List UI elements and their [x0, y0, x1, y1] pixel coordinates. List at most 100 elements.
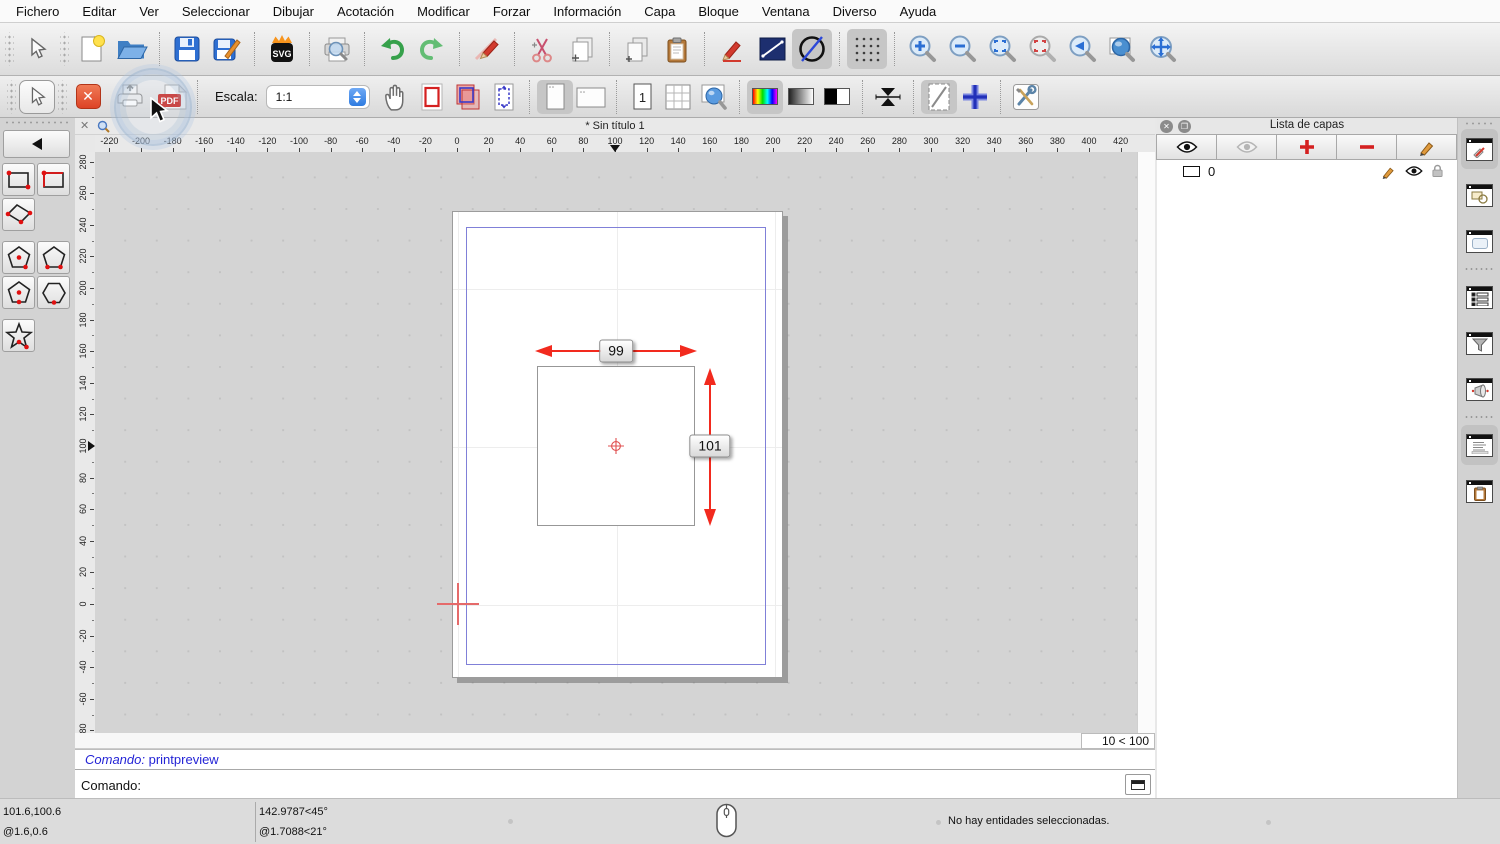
menu-item-seleccionar[interactable]: Seleccionar [182, 4, 250, 19]
rectangle-corner-button[interactable] [37, 163, 70, 196]
pen-tool-button[interactable] [712, 29, 752, 69]
menu-item-editar[interactable]: Editar [82, 4, 116, 19]
blackwhite-mode-button[interactable] [819, 80, 855, 114]
draft-view-button[interactable] [920, 79, 957, 114]
preview-pointer-button[interactable] [19, 79, 55, 114]
toolbar-drag-handle[interactable] [7, 79, 16, 114]
layer-list-widget-button[interactable] [1461, 129, 1498, 169]
remove-layer-button[interactable] [1336, 134, 1397, 160]
menu-item-forzar[interactable]: Forzar [493, 4, 531, 19]
center-crosshair-button[interactable] [957, 80, 993, 114]
stepper-icon[interactable] [348, 87, 366, 106]
layer-row[interactable]: 0 [1157, 160, 1457, 182]
vertical-scrollbar[interactable] [1137, 152, 1155, 733]
dock-drag-handle[interactable] [1464, 121, 1494, 126]
projection-widget-button[interactable] [1461, 369, 1498, 409]
center-page-button[interactable] [450, 80, 486, 114]
clipboard-widget-button[interactable] [1461, 471, 1498, 511]
portrait-button[interactable] [536, 79, 573, 114]
edit-layer-button[interactable] [1396, 134, 1457, 160]
polygon-center-corner-button[interactable] [2, 241, 35, 274]
zoom-in-button[interactable] [902, 29, 942, 69]
zoom-window-button[interactable] [1102, 29, 1142, 69]
menu-item-diverso[interactable]: Diverso [833, 4, 877, 19]
undo-button[interactable] [372, 29, 412, 69]
layer-visibility-icon[interactable] [1405, 165, 1423, 177]
menu-item-informacion[interactable]: Información [553, 4, 621, 19]
zoom-pan-button[interactable] [1142, 29, 1182, 69]
new-file-button[interactable] [72, 29, 112, 69]
line-tool-button[interactable] [752, 29, 792, 69]
layer-color-swatch[interactable] [1183, 165, 1200, 177]
copy-button[interactable] [562, 29, 602, 69]
print-button[interactable] [112, 80, 148, 114]
fit-margins-button[interactable] [486, 80, 522, 114]
menu-item-ver[interactable]: Ver [139, 4, 159, 19]
zoom-page-button[interactable] [696, 80, 732, 114]
menu-item-fichero[interactable]: Fichero [16, 4, 59, 19]
hide-all-layers-button[interactable] [1216, 134, 1277, 160]
zoom-out-button[interactable] [942, 29, 982, 69]
block-list-widget-button[interactable] [1461, 175, 1498, 215]
layer-name[interactable]: 0 [1208, 164, 1215, 179]
toolbar-drag-handle[interactable] [60, 32, 69, 66]
star-tool-button[interactable] [2, 319, 35, 352]
zoom-previous-button[interactable] [1062, 29, 1102, 69]
add-layer-button[interactable] [1276, 134, 1337, 160]
save-button[interactable] [167, 29, 207, 69]
fit-page-button[interactable] [414, 80, 450, 114]
menu-item-ayuda[interactable]: Ayuda [900, 4, 937, 19]
menu-item-capa[interactable]: Capa [644, 4, 675, 19]
back-button[interactable] [3, 130, 70, 158]
export-svg-button[interactable]: SVG [262, 29, 302, 69]
export-pdf-button[interactable]: PDF [154, 80, 190, 114]
save-as-button[interactable] [207, 29, 247, 69]
copy-with-reference-button[interactable] [617, 29, 657, 69]
delete-button[interactable] [467, 29, 507, 69]
grid-toggle-button[interactable] [847, 29, 887, 69]
selection-filter-widget-button[interactable] [1461, 323, 1498, 363]
zoom-auto-button[interactable] [982, 29, 1022, 69]
panel-drag-handle[interactable] [4, 120, 70, 126]
hexagon-tool-button[interactable] [37, 276, 70, 309]
rectangle-3points-button[interactable] [2, 198, 35, 231]
menu-item-modificar[interactable]: Modificar [417, 4, 470, 19]
menu-item-bloque[interactable]: Bloque [698, 4, 738, 19]
show-all-layers-button[interactable] [1156, 134, 1217, 160]
drawing-canvas[interactable]: 99 101 [95, 152, 1137, 733]
menu-item-dibujar[interactable]: Dibujar [273, 4, 314, 19]
color-mode-button[interactable] [746, 79, 783, 114]
pan-hand-button[interactable] [378, 80, 414, 114]
multi-page-button[interactable] [660, 80, 696, 114]
circle-tool-button[interactable] [792, 29, 832, 69]
paste-button[interactable] [657, 29, 697, 69]
command-widget-button[interactable] [1461, 425, 1498, 465]
panel-float-icon[interactable]: ❐ [1178, 119, 1191, 133]
layer-lock-icon[interactable] [1432, 164, 1443, 178]
menu-item-ventana[interactable]: Ventana [762, 4, 810, 19]
entity-list-widget-button[interactable] [1461, 277, 1498, 317]
polygon-2vertices-button[interactable] [37, 241, 70, 274]
single-page-button[interactable]: 1 [624, 80, 660, 114]
redo-button[interactable] [412, 29, 452, 69]
toolbar-drag-handle[interactable] [5, 32, 14, 66]
detach-command-button[interactable] [1125, 774, 1151, 795]
open-file-button[interactable] [112, 29, 152, 69]
rectangle-2points-button[interactable] [2, 163, 35, 196]
cut-button[interactable] [522, 29, 562, 69]
layer-edit-pencil-icon[interactable] [1381, 164, 1396, 179]
menu-item-acotacion[interactable]: Acotación [337, 4, 394, 19]
toolbar-drag-handle[interactable] [58, 79, 67, 114]
tab-title[interactable]: * Sin título 1 [75, 120, 1155, 132]
settings-button[interactable] [1008, 80, 1044, 114]
library-browser-widget-button[interactable] [1461, 221, 1498, 261]
scale-select[interactable]: 1:1 [265, 84, 370, 109]
polygon-center-tangent-button[interactable] [2, 276, 35, 309]
command-input-line[interactable]: Comando: [75, 769, 1155, 798]
align-middle-button[interactable] [870, 80, 906, 114]
pointer-tool-button[interactable] [17, 29, 57, 69]
zoom-selected-button[interactable] [1022, 29, 1062, 69]
grayscale-mode-button[interactable] [783, 80, 819, 114]
print-preview-button[interactable] [317, 29, 357, 69]
landscape-button[interactable] [573, 80, 609, 114]
